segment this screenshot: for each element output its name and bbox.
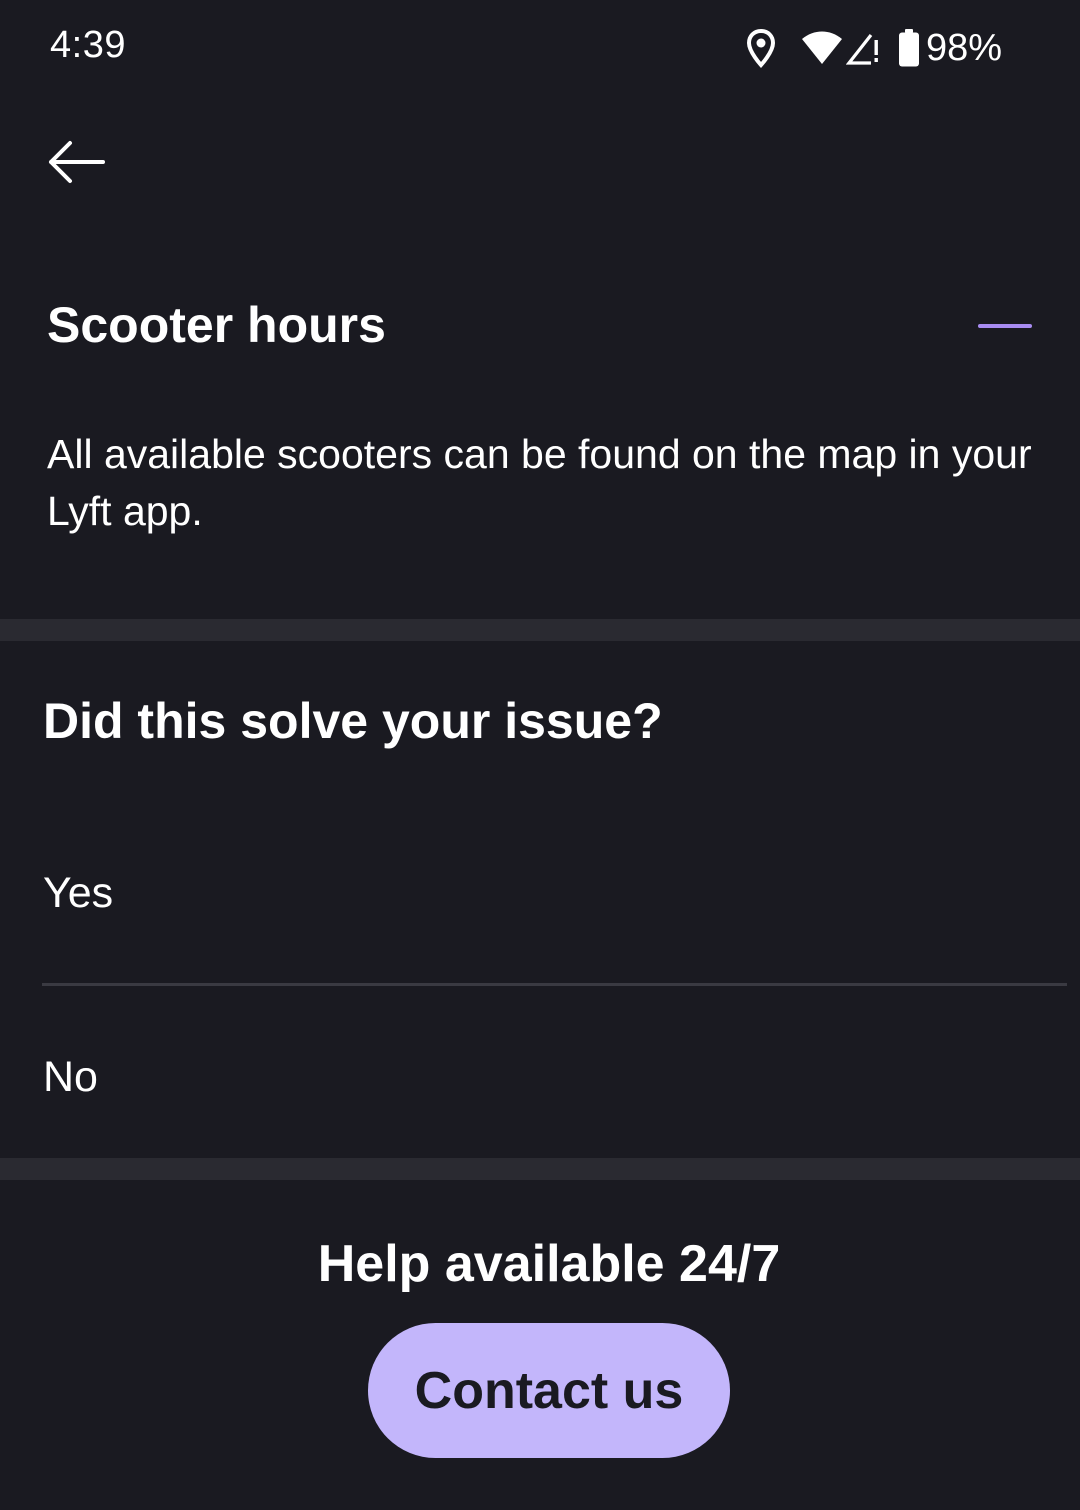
section-divider <box>0 619 1080 641</box>
status-bar: 4:39 98% <box>0 0 1080 96</box>
faq-title: Scooter hours <box>47 297 386 353</box>
battery-icon <box>898 29 920 67</box>
collapse-toggle-button[interactable] <box>968 306 1042 346</box>
help-article-screen: 4:39 98% Scooter hours All available sco… <box>0 0 1080 1510</box>
contact-us-button[interactable]: Contact us <box>368 1323 730 1458</box>
feedback-option-label: Yes <box>43 868 114 917</box>
battery-percent: 98% <box>925 26 1002 69</box>
section-divider <box>0 1158 1080 1180</box>
collapse-minus-icon <box>978 324 1032 328</box>
help-title: Help available 24/7 <box>317 1235 781 1293</box>
feedback-question: Did this solve your issue? <box>43 693 663 749</box>
status-icons: 98% <box>746 26 1002 70</box>
faq-body: All available scooters can be found on t… <box>47 431 1032 534</box>
cell-signal-no-data-icon <box>845 30 882 66</box>
feedback-option-yes[interactable]: Yes <box>0 818 1080 968</box>
status-time: 4:39 <box>50 24 126 66</box>
back-button[interactable] <box>36 130 116 194</box>
feedback-option-label: No <box>43 1052 98 1101</box>
location-icon <box>746 28 776 68</box>
option-divider <box>42 983 1067 986</box>
back-arrow-icon <box>49 141 105 183</box>
wifi-icon <box>800 30 844 66</box>
feedback-option-no[interactable]: No <box>0 1002 1080 1152</box>
